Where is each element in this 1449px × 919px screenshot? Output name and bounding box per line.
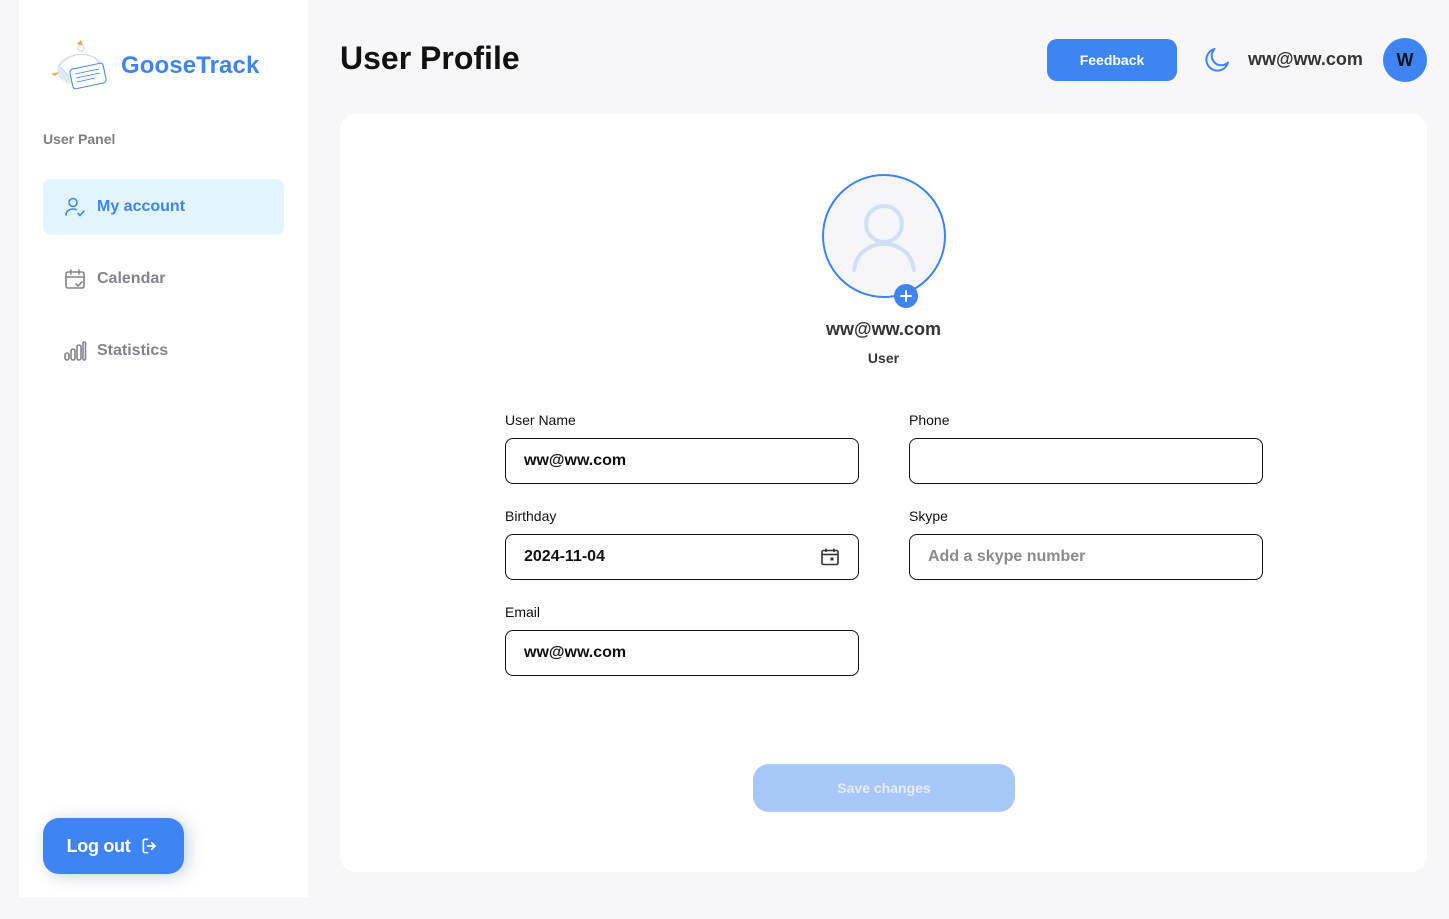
panel-label: User Panel — [43, 131, 116, 147]
email-field[interactable]: ww@ww.com — [505, 630, 859, 676]
calendar-icon[interactable] — [820, 547, 840, 567]
sidebar-item-calendar[interactable]: Calendar — [43, 251, 284, 307]
add-avatar-button[interactable] — [894, 284, 918, 308]
save-changes-button[interactable]: Save changes — [753, 764, 1015, 812]
moon-icon[interactable] — [1202, 45, 1232, 75]
sidebar-item-label: Statistics — [97, 342, 169, 359]
profile-card: ww@ww.com User User Name ww@ww.com Birth… — [340, 114, 1427, 872]
sidebar-item-label: Calendar — [97, 270, 166, 287]
email-label: Email — [505, 604, 541, 620]
phone-field[interactable] — [909, 438, 1263, 484]
birthday-value: 2024-11-04 — [524, 548, 605, 565]
username-field[interactable]: ww@ww.com — [505, 438, 859, 484]
feedback-button[interactable]: Feedback — [1047, 39, 1177, 81]
phone-label: Phone — [909, 412, 950, 428]
app-name: GooseTrack — [121, 52, 260, 79]
page-title: User Profile — [340, 40, 520, 76]
header-username: ww@ww.com — [1248, 49, 1363, 69]
sidebar-item-statistics[interactable]: Statistics — [43, 323, 284, 379]
birthday-label: Birthday — [505, 508, 557, 524]
logout-icon — [142, 838, 157, 854]
logout-button[interactable]: Log out — [43, 818, 184, 874]
sidebar-item-label: My account — [97, 198, 186, 215]
bar-chart-icon — [63, 339, 87, 363]
calendar-check-icon — [63, 267, 87, 291]
profile-role: User — [867, 350, 900, 366]
username-label: User Name — [505, 412, 576, 428]
user-check-icon — [63, 195, 87, 219]
user-placeholder-icon — [852, 204, 916, 272]
profile-name: ww@ww.com — [826, 319, 941, 339]
app-logo[interactable]: GooseTrack — [43, 36, 259, 96]
birthday-field[interactable]: 2024-11-04 — [505, 534, 859, 580]
plus-icon — [900, 290, 912, 302]
sidebar-item-my-account[interactable]: My account — [43, 179, 284, 235]
sidebar: GooseTrack User Panel My account Calenda… — [19, 0, 308, 897]
skype-field[interactable]: Add a skype number — [909, 534, 1263, 580]
skype-label: Skype — [909, 508, 948, 524]
header-avatar[interactable]: W — [1383, 38, 1427, 82]
goose-logo-icon — [51, 40, 107, 90]
profile-avatar[interactable] — [822, 174, 946, 298]
logout-label: Log out — [66, 835, 131, 856]
